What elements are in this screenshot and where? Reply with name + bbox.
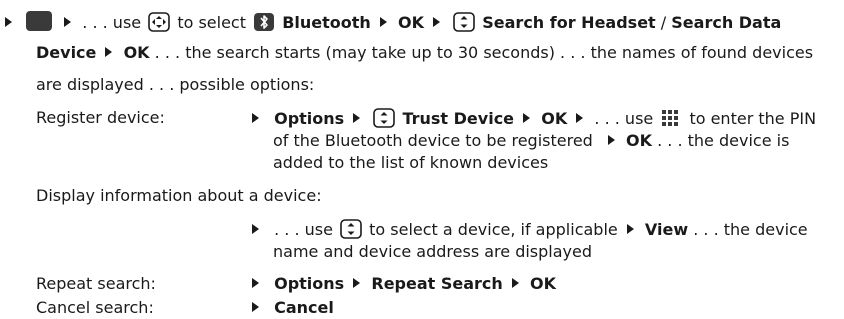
control-key-updown-icon: [453, 12, 475, 32]
ok-softkey: OK: [397, 13, 424, 32]
step-arrow-icon: [252, 278, 259, 288]
options-softkey: Options: [274, 274, 345, 293]
cancel-softkey: Cancel: [274, 298, 334, 317]
step-arrow-icon: [523, 113, 531, 123]
register-line-3: added to the list of known devices: [273, 153, 549, 172]
repeat-search-label: Repeat search:: [36, 274, 156, 293]
step-arrow-icon: [353, 113, 361, 123]
menu-device: Device: [36, 43, 97, 62]
menu-search-headset: Search for Headset: [482, 13, 656, 32]
step-arrow-icon: [252, 302, 259, 312]
line-1: . . . use to select Bluetooth OK Search …: [5, 10, 781, 33]
instruction-text: . . . the device is: [657, 131, 790, 150]
instruction-text: of the Bluetooth device to be registered: [273, 131, 593, 150]
menu-repeat-search: Repeat Search: [371, 274, 503, 293]
step-arrow-icon: [105, 47, 113, 57]
instruction-text: to select a device, if applicable: [369, 220, 618, 239]
cancel-search-steps: Cancel: [252, 298, 334, 318]
step-arrow-icon: [353, 278, 361, 288]
step-arrow-icon: [433, 17, 441, 27]
display-info-label: Display information about a device:: [36, 186, 322, 205]
instruction-text: to enter the PIN: [689, 109, 817, 128]
instruction-text: . . . use: [274, 220, 333, 239]
menu-key-icon: [26, 11, 53, 31]
register-line-2: of the Bluetooth device to be registered…: [273, 131, 789, 151]
instruction-text: . . . use: [594, 109, 654, 128]
keypad-icon: [662, 110, 679, 126]
menu-trust-device: Trust Device: [402, 109, 515, 128]
display-info-line-2: name and device address are displayed: [273, 242, 593, 261]
display-info-line-1: . . . use to select a device, if applica…: [252, 219, 808, 240]
step-arrow-icon: [5, 17, 12, 27]
instruction-text: to select: [177, 13, 246, 32]
instruction-text: . . . use: [82, 13, 142, 32]
menu-search-data: Search Data: [671, 13, 782, 32]
ok-softkey: OK: [530, 274, 556, 293]
control-key-updown-icon: [373, 108, 395, 128]
bluetooth-icon: [254, 13, 275, 31]
step-arrow-icon: [252, 224, 259, 234]
step-arrow-icon: [511, 278, 519, 288]
step-arrow-icon: [626, 224, 634, 234]
control-key-updown-icon: [340, 219, 362, 239]
register-device-label: Register device:: [36, 108, 165, 127]
step-arrow-icon: [379, 17, 387, 27]
menu-bluetooth: Bluetooth: [282, 13, 371, 32]
step-arrow-icon: [64, 17, 72, 27]
line-3: are displayed . . . possible options:: [36, 75, 315, 94]
control-key-4way-icon: [148, 12, 170, 32]
ok-softkey: OK: [123, 43, 150, 62]
view-softkey: View: [644, 220, 689, 239]
ok-softkey: OK: [541, 109, 568, 128]
step-arrow-icon: [252, 113, 259, 123]
repeat-search-steps: Options Repeat Search OK: [252, 274, 556, 294]
instruction-text: . . . the device: [693, 220, 808, 239]
options-softkey: Options: [274, 109, 345, 128]
line-2: Device OK . . . the search starts (may t…: [36, 43, 813, 63]
separator: /: [660, 13, 667, 32]
register-line-1: Options Trust Device OK . . . use to ent…: [252, 108, 816, 129]
step-arrow-icon: [607, 135, 615, 145]
cancel-search-label: Cancel search:: [36, 298, 154, 317]
step-arrow-icon: [576, 113, 584, 123]
ok-softkey: OK: [626, 131, 653, 150]
instruction-text: . . . the search starts (may take up to …: [154, 43, 814, 62]
